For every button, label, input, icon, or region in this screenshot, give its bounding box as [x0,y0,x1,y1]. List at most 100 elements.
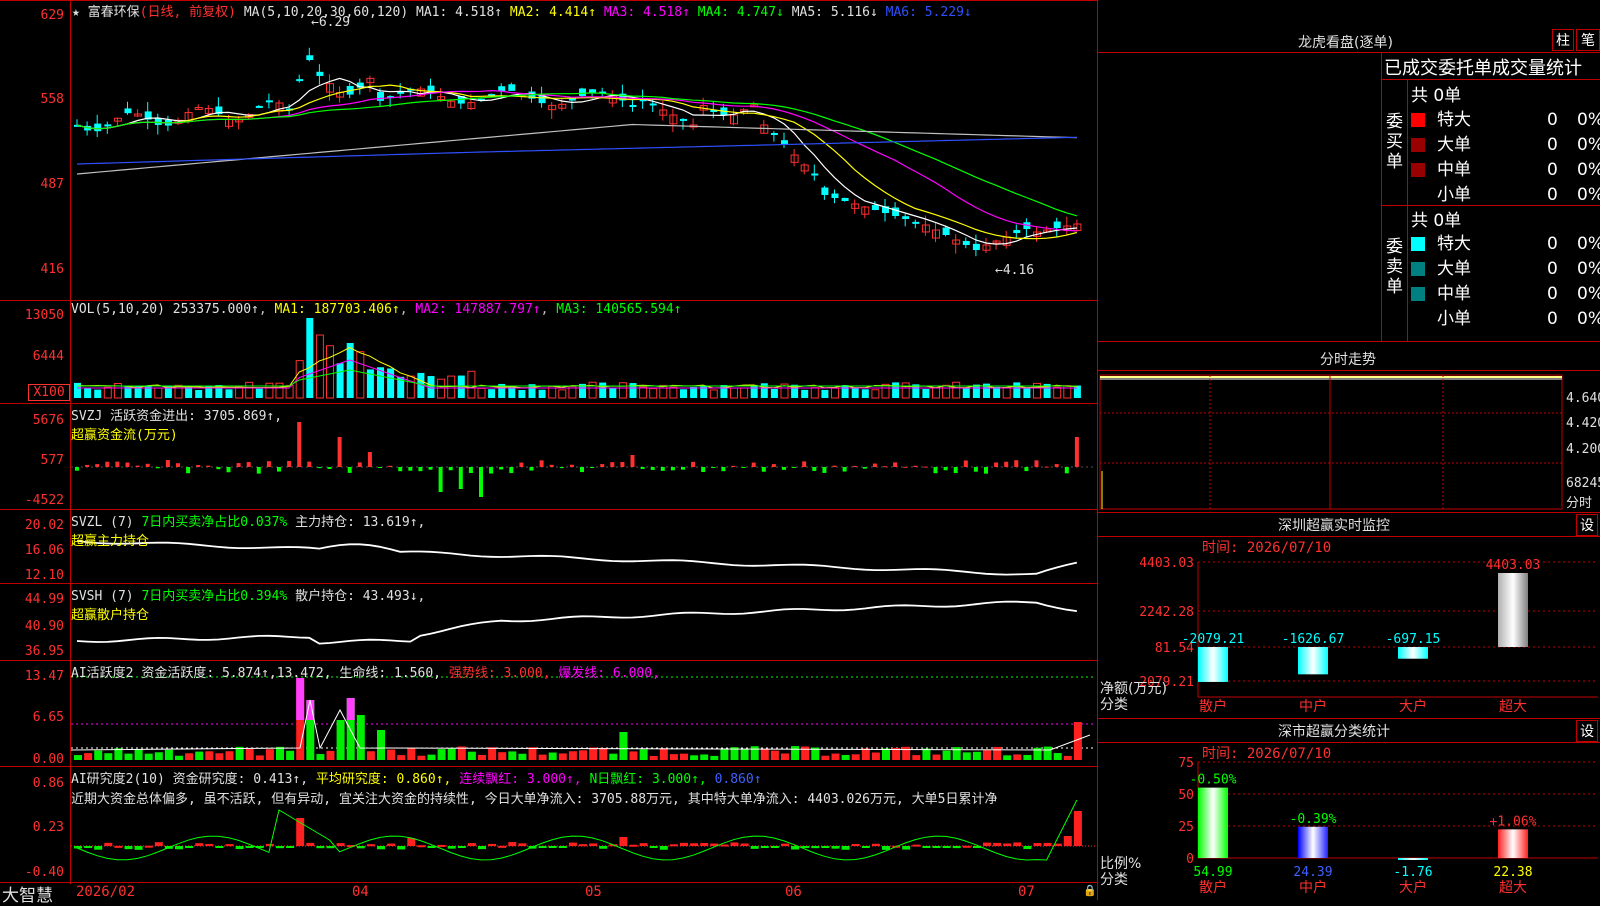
lhb-row-percent: 0% [1577,110,1600,130]
lock-icon[interactable]: 🔒 [1083,884,1097,897]
ai2-bar [619,837,628,846]
volume-bar [810,387,819,399]
ai2-bar [245,846,254,848]
volume-bar [1023,387,1031,398]
monitor-settings-button[interactable]: 设 [1576,514,1598,536]
ai1-bar [558,753,567,760]
monitor-chart[interactable]: 4403.032242.2881.54-2079.21净额(万元)分类-2079… [1098,537,1600,717]
svsh-title: SVSH (7) [71,589,134,604]
ai1-bar [882,748,890,760]
main-chart-svg[interactable] [0,0,1098,900]
price-candle [821,187,829,195]
axis-tick: 4403.03 [1139,556,1194,571]
svzj-bar [388,465,393,467]
svzj-bar [398,467,403,472]
ai1-bar [871,752,880,760]
svzj-bar [509,467,514,474]
category-bar [1298,826,1328,858]
lhb-tabs[interactable]: 已成交委托单成交量统计 [1384,54,1582,80]
ai1-bar [255,755,264,760]
volume-bar [892,382,900,398]
ai1-bar [144,753,153,760]
price-candle [841,197,849,201]
svzj-bar [832,465,837,467]
svzj-bar [266,461,271,467]
main-chart-area[interactable] [0,0,1098,900]
svzj-bar [681,467,685,470]
volume-bar [94,389,102,398]
fenshi-chart[interactable] [1098,371,1563,511]
ai1-bar [710,755,719,760]
bar-value: 54.99 [1193,865,1232,880]
ai1-bar [437,749,446,760]
classify-settings-button[interactable]: 设 [1576,720,1598,742]
classify-chart[interactable]: 7550250比例%分类 54.99-0.50%散户24.39-0.39%中户-1… [1098,742,1600,900]
ai2-extra: 0.860↑ [714,772,762,787]
ai1-bar [700,754,709,760]
svzj-bar [620,461,625,467]
color-swatch [1411,262,1425,276]
svzj-bar [610,462,615,467]
svzl-title: SVZL (7) [71,515,134,530]
volume-bar [861,389,869,398]
svzj-bar [973,467,978,472]
lhb-stroke-button[interactable]: 笔 [1576,29,1600,51]
price-axis-558: 558 [40,92,64,107]
ai2-bar [124,846,133,850]
svzj-bar [539,460,544,467]
ai2-bar [488,843,497,846]
svzj-bar [923,466,928,468]
volume-bar [871,389,880,399]
ai1-bar [427,754,436,760]
svzj-bar [741,467,746,468]
ai1-bar [1003,755,1012,760]
svsh-header: SVSH (7) 7日内买卖净占比0.394% 散户持仓: 43.493↓, 超… [71,585,425,623]
svzj-bar [236,463,241,467]
ai2-bar [235,846,244,850]
ai2-bar [508,842,517,846]
ai1-bar [972,751,981,760]
volume-bar [760,383,768,398]
ai1-bar [568,751,577,760]
vol-header: VOL(5,10,20) 253375.000↑, MA1: 187703.40… [71,302,682,317]
volume-bar [488,389,496,398]
vol-ma3: MA3: 140565.594↑ [556,302,682,317]
star-icon[interactable]: ★ [72,5,88,20]
volume-bar [275,382,284,399]
svzj-bar [499,467,504,470]
ai1-bar [599,747,608,760]
svzj-bar [701,467,706,472]
ai1-bar [377,730,385,760]
ai2-bar [568,842,577,846]
svzj-bar [883,466,887,468]
svzj-bar [711,467,716,468]
svzj-bar [933,467,938,474]
ma-item-2: MA2: 4.414↑ [502,5,597,20]
ai2-bar [589,843,598,846]
volume-bar [821,389,829,398]
category-label: 大户 [1399,698,1427,715]
price-candle [316,71,324,76]
ai1-bar [902,746,911,760]
ai2-bar [912,844,921,847]
svzj-bar [771,464,776,467]
volume-bar [518,389,526,398]
ai2-bar [478,846,486,850]
category-label: 散户 [1199,879,1227,896]
ai1-bar [659,748,668,760]
volume-bar [315,334,324,399]
ai1-bar [134,749,143,760]
ai2-bar [336,843,345,846]
sell-total: 共 0单 [1411,211,1462,231]
lhb-column-button[interactable]: 柱 [1552,29,1574,51]
volume-bar [740,387,749,399]
vol-ma3-line [77,369,1077,387]
ai1-bar [336,720,345,760]
ai2-bar [447,846,456,849]
price-candle [589,89,597,93]
ai1-axis-1: 13.47 [24,669,64,684]
price-candle [104,124,112,127]
lhb-row-name: 大单 [1437,259,1471,279]
vol-ma1-line [76,346,1077,389]
ai1-bar [225,751,234,760]
